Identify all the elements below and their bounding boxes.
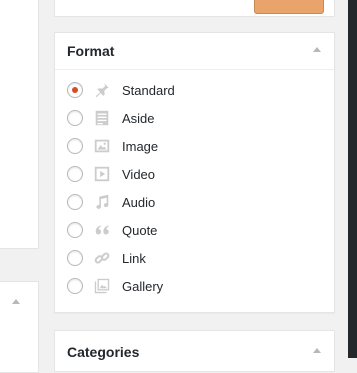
toggle-arrow-icon[interactable] [313,47,321,52]
option-label: Aside [122,110,155,126]
format-option-standard[interactable]: Standard [67,79,307,101]
radio-aside[interactable] [67,110,83,126]
editor-panel [0,0,39,249]
option-label: Gallery [122,278,164,294]
publish-box [54,0,335,17]
format-option-gallery[interactable]: Gallery [67,275,307,297]
format-title: Format [67,43,115,59]
radio-video[interactable] [67,166,83,182]
link-icon [92,248,112,268]
option-label: Audio [122,194,156,210]
categories-metabox: Categories [54,330,335,372]
format-option-link[interactable]: Link [67,247,307,269]
image-icon [92,136,112,156]
radio-gallery[interactable] [67,278,83,294]
radio-standard[interactable] [67,82,83,98]
pin-icon [92,80,112,100]
aside-icon [92,108,112,128]
format-header[interactable]: Format [55,33,334,70]
format-option-audio[interactable]: Audio [67,191,307,213]
option-label: Link [122,250,146,266]
option-label: Image [122,138,159,154]
publish-button[interactable] [254,0,324,14]
video-icon [92,164,112,184]
collapsed-metabox [0,281,39,373]
format-option-video[interactable]: Video [67,163,307,185]
audio-icon [92,192,112,212]
radio-audio[interactable] [67,194,83,210]
gallery-icon [92,276,112,296]
radio-image[interactable] [67,138,83,154]
option-label: Video [122,166,156,182]
option-label: Standard [122,82,175,98]
collapse-arrow-icon[interactable] [12,299,20,304]
option-label: Quote [122,222,158,238]
quote-icon [92,220,112,240]
format-option-quote[interactable]: Quote [67,219,307,241]
format-option-image[interactable]: Image [67,135,307,157]
format-metabox: Format Standard Aside Image Video Audio … [54,32,335,313]
format-option-aside[interactable]: Aside [67,107,307,129]
toggle-arrow-icon[interactable] [313,348,321,353]
window-edge [348,0,357,358]
radio-quote[interactable] [67,222,83,238]
radio-link[interactable] [67,250,83,266]
